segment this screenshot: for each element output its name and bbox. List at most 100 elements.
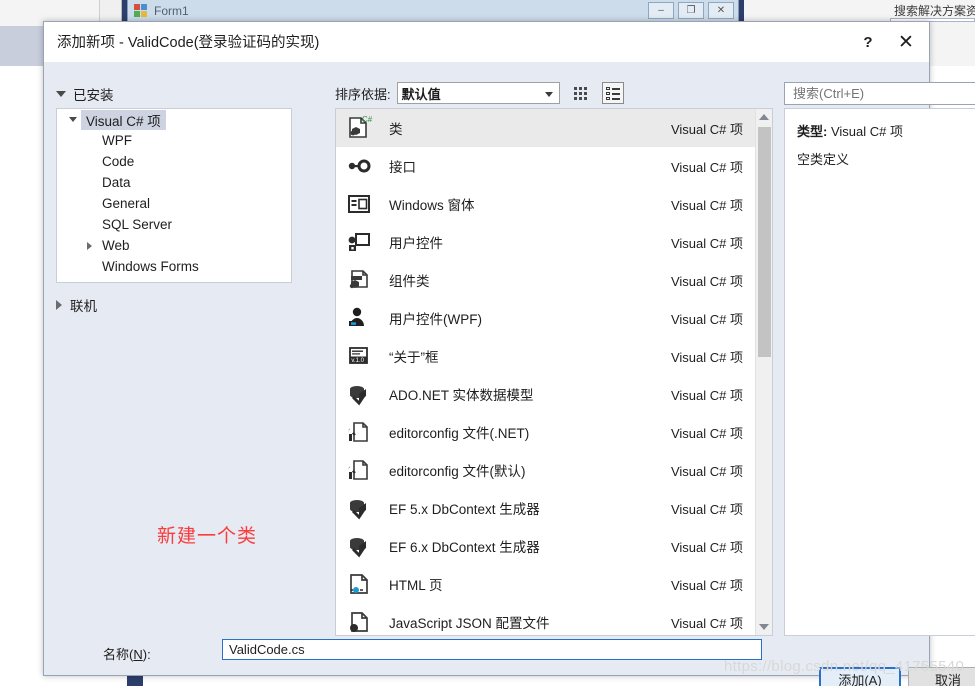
- list-item[interactable]: HTML 页 Visual C# 项: [336, 565, 755, 603]
- tree-item-7[interactable]: Windows Forms: [57, 256, 291, 277]
- detail-type-value: Visual C# 项: [830, 124, 903, 139]
- template-list[interactable]: C# 类 Visual C# 项接口 Visual C# 项 Windows 窗体 Vis…: [335, 108, 773, 636]
- list-item-name: ADO.NET 实体数据模型: [389, 388, 534, 403]
- template-list-scrollarea: C# 类 Visual C# 项接口 Visual C# 项 Windows 窗体 Vis…: [336, 109, 755, 635]
- annotation-text: 新建一个类: [157, 526, 258, 547]
- list-item[interactable]: 组件类 Visual C# 项: [336, 261, 755, 299]
- watermark: https://blog.csdn.net/qq_41755540: [724, 658, 965, 675]
- tree-toggle[interactable]: [65, 117, 81, 122]
- dialog-title: 添加新项 - ValidCode(登录验证码的实现): [57, 35, 320, 51]
- minimize-button[interactable]: –: [648, 2, 674, 19]
- list-item[interactable]: 用户控件 Visual C# 项: [336, 223, 755, 261]
- name-label-prefix: 名称(: [103, 647, 134, 662]
- interface-icon: [343, 151, 375, 181]
- tree-toggle[interactable]: [81, 241, 97, 250]
- windows-form-icon: [343, 189, 375, 219]
- list-item-kind: Visual C# 项: [670, 349, 743, 365]
- online-section[interactable]: 联机: [56, 295, 97, 315]
- tree-item-6[interactable]: Web: [57, 235, 291, 256]
- chevron-down-icon: [56, 91, 66, 97]
- ide-bottom-strip: [127, 676, 143, 686]
- template-list-scrollbar[interactable]: [755, 109, 772, 635]
- form1-window-buttons: – ❐ ✕: [648, 2, 734, 19]
- tree-item-5[interactable]: SQL Server: [57, 214, 291, 235]
- name-label-suffix: ):: [142, 647, 151, 662]
- tree-item-label: WPF: [102, 133, 132, 148]
- list-item[interactable]: editorconfig 文件(默认) Visual C# 项: [336, 451, 755, 489]
- installed-label: 已安装: [73, 88, 114, 103]
- solution-search-label: 搜索解决方案资: [894, 4, 975, 18]
- add-new-item-dialog: 添加新项 - ValidCode(登录验证码的实现) ? ✕ 已安装 排序依据:…: [43, 21, 975, 686]
- list-item-name: 用户控件: [389, 236, 443, 251]
- tree-item-3[interactable]: Data: [57, 172, 291, 193]
- ado-net-model-icon: [343, 379, 375, 409]
- list-item-kind: Visual C# 项: [670, 197, 743, 213]
- list-item[interactable]: v.1.0 “关于”框 Visual C# 项: [336, 337, 755, 375]
- list-item[interactable]: 接口 Visual C# 项: [336, 147, 755, 185]
- tree-item-label: Code: [102, 154, 135, 169]
- list-item-name: “关于”框: [389, 350, 439, 365]
- form-designer-icon: [134, 4, 148, 18]
- list-item-kind: Visual C# 项: [670, 463, 743, 479]
- name-input-wrapper[interactable]: [222, 639, 762, 660]
- tree-item-label: SQL Server: [102, 217, 173, 232]
- tree-item-1[interactable]: WPF: [57, 130, 291, 151]
- about-box-icon: v.1.0: [343, 341, 375, 371]
- form1-titlebar: Form1: [128, 0, 738, 22]
- list-item-kind: Visual C# 项: [670, 387, 743, 403]
- search-input[interactable]: [791, 85, 975, 102]
- list-item[interactable]: ADO.NET 实体数据模型 Visual C# 项: [336, 375, 755, 413]
- scrollbar-thumb[interactable]: [758, 127, 771, 357]
- list-item-kind: Visual C# 项: [670, 539, 743, 555]
- list-item[interactable]: JavaScript JSON 配置文件 Visual C# 项: [336, 603, 755, 635]
- component-class-icon: [343, 265, 375, 295]
- list-item-name: 类: [389, 122, 403, 137]
- sort-by-dropdown[interactable]: 默认值: [396, 82, 560, 104]
- scroll-up-icon[interactable]: [759, 114, 769, 120]
- tree-item-2[interactable]: Code: [57, 151, 291, 172]
- small-icons-view-button[interactable]: [570, 82, 592, 104]
- tree-item-label: Visual C# 项: [81, 109, 166, 130]
- list-item-kind: Visual C# 项: [670, 501, 743, 517]
- list-item-name: JavaScript JSON 配置文件: [389, 616, 550, 631]
- list-item[interactable]: 用户控件(WPF) Visual C# 项: [336, 299, 755, 337]
- installed-header[interactable]: 已安装: [56, 84, 114, 104]
- list-item-kind: Visual C# 项: [670, 615, 743, 631]
- list-item-name: editorconfig 文件(.NET): [389, 426, 530, 441]
- restore-button[interactable]: ❐: [678, 2, 704, 19]
- list-item-kind: Visual C# 项: [670, 121, 743, 137]
- user-control-wpf-icon: [343, 303, 375, 333]
- ado-net-model-icon: [343, 531, 375, 561]
- installed-templates-tree[interactable]: Visual C# 项 WPF Code Data General SQL Server W…: [56, 108, 292, 283]
- list-item-kind: Visual C# 项: [670, 235, 743, 251]
- list-item-name: HTML 页: [389, 578, 443, 593]
- list-item-name: 用户控件(WPF): [389, 312, 482, 327]
- dialog-titlebar: 添加新项 - ValidCode(登录验证码的实现) ? ✕: [44, 22, 929, 62]
- list-item-kind: Visual C# 项: [670, 273, 743, 289]
- list-icon: [605, 87, 620, 100]
- template-details-pane: 类型: Visual C# 项 空类定义: [784, 108, 975, 636]
- list-item-kind: Visual C# 项: [670, 425, 743, 441]
- close-icon[interactable]: ✕: [893, 29, 919, 55]
- search-box[interactable]: [784, 82, 975, 105]
- list-item[interactable]: editorconfig 文件(.NET) Visual C# 项: [336, 413, 755, 451]
- chevron-down-icon: [69, 117, 77, 122]
- scroll-down-icon[interactable]: [759, 624, 769, 630]
- tree-item-4[interactable]: General: [57, 193, 291, 214]
- name-input[interactable]: [227, 640, 757, 659]
- list-view-button[interactable]: [601, 82, 624, 104]
- class-icon: C#: [343, 113, 375, 143]
- tree-item-0[interactable]: Visual C# 项: [57, 109, 291, 130]
- list-item-name: 接口: [389, 160, 416, 175]
- help-icon[interactable]: ?: [855, 29, 881, 55]
- list-item[interactable]: EF 6.x DbContext 生成器 Visual C# 项: [336, 527, 755, 565]
- sort-toolbar: 排序依据: 默认值: [335, 82, 624, 104]
- close-button[interactable]: ✕: [708, 2, 734, 19]
- online-label: 联机: [70, 299, 97, 314]
- list-item[interactable]: EF 5.x DbContext 生成器 Visual C# 项: [336, 489, 755, 527]
- list-item-kind: Visual C# 项: [670, 159, 743, 175]
- chevron-down-icon: [544, 92, 553, 97]
- name-label-accesskey: N: [133, 647, 143, 662]
- list-item[interactable]: C# 类 Visual C# 项: [336, 109, 755, 147]
- list-item[interactable]: Windows 窗体 Visual C# 项: [336, 185, 755, 223]
